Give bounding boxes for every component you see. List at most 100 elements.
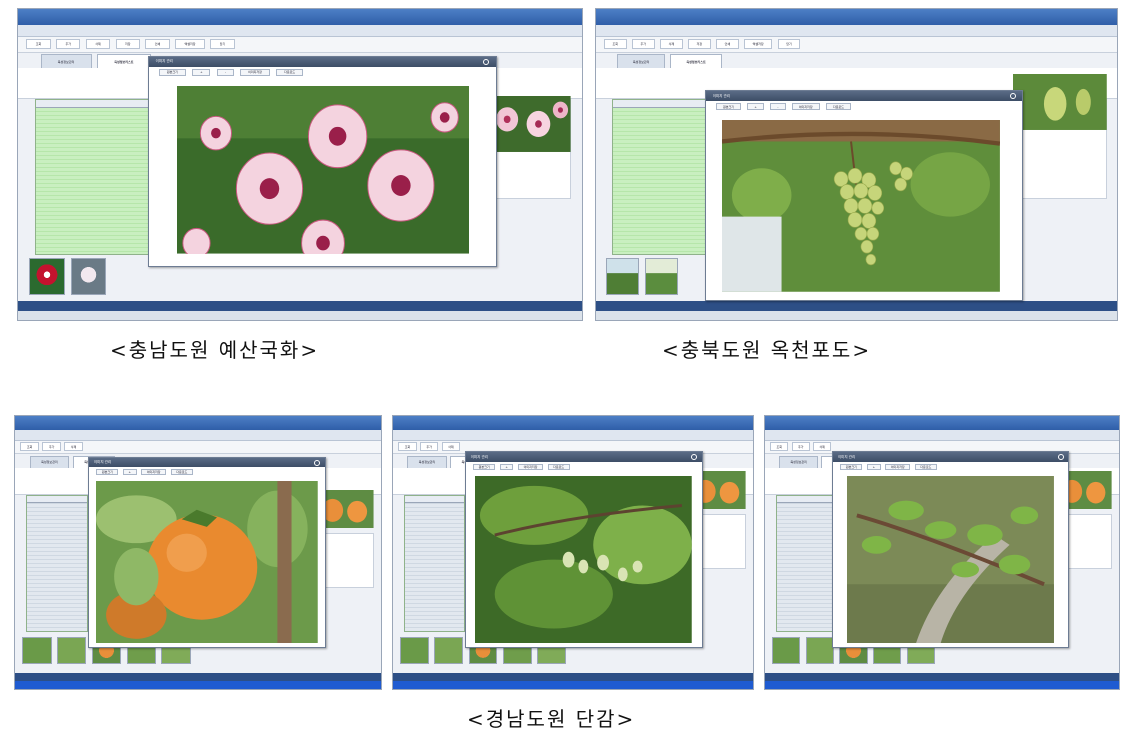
- image-viewer-dialog: 이미지 관리 원본크기 + 이미지저장 다운로드: [88, 456, 327, 649]
- window-title-bar: [596, 9, 1117, 25]
- toolbar: 조회 추가 삭제: [15, 440, 381, 455]
- bottom-tab-bar: [18, 310, 582, 320]
- window-title-bar: [18, 9, 582, 25]
- toolbar-button-delete[interactable]: 삭제: [441, 442, 460, 452]
- toolbar-button-delete[interactable]: 삭제: [813, 442, 832, 452]
- toolbar-button-add[interactable]: 추가: [791, 442, 810, 452]
- toolbar-button-excel[interactable]: 엑셀저장: [743, 39, 773, 50]
- toolbar-button-print[interactable]: 인쇄: [145, 39, 170, 50]
- dialog-title-bar: 이미지 관리: [89, 457, 326, 468]
- preview-thumbnail: [1012, 74, 1107, 131]
- thumbnail[interactable]: [805, 637, 834, 665]
- original-size-button[interactable]: 원본크기: [840, 463, 863, 471]
- thumbnail[interactable]: [772, 637, 801, 665]
- save-image-button[interactable]: 이미지저장: [885, 463, 911, 471]
- menu-bar: [596, 24, 1117, 37]
- download-button[interactable]: 다운로드: [276, 68, 303, 76]
- save-image-button[interactable]: 이미지저장: [791, 102, 820, 111]
- toolbar-button-search[interactable]: 조회: [398, 442, 417, 452]
- toolbar-button-delete[interactable]: 삭제: [659, 39, 683, 50]
- zoom-in-button[interactable]: +: [192, 68, 211, 76]
- toolbar-button-search[interactable]: 조회: [603, 39, 627, 50]
- screenshot-chrysanthemum: 조회 추가 삭제 저장 인쇄 엑셀저장 닫기 육성정보관리 육성정보리스트 이미…: [17, 8, 583, 321]
- download-button[interactable]: 다운로드: [170, 468, 193, 476]
- status-bar: [393, 672, 753, 681]
- tab-breeding-list[interactable]: 육성정보리스트: [96, 54, 151, 69]
- toolbar-button-close[interactable]: 닫기: [210, 39, 235, 50]
- original-size-button[interactable]: 원본크기: [715, 102, 742, 111]
- toolbar-button-add[interactable]: 추가: [631, 39, 655, 50]
- zoom-out-button[interactable]: -: [217, 68, 234, 76]
- image-viewer-dialog: 이미지 관리 원본크기 + - 이미지저장 다운로드: [147, 55, 498, 268]
- os-taskbar: [765, 680, 1119, 689]
- toolbar-button-add[interactable]: 추가: [42, 442, 61, 452]
- screenshot-persimmon-shoot: 조회 추가 삭제 육성정보관리 육성정보리스트 이미지 관리 원본크기 + 이미…: [764, 415, 1120, 690]
- dialog-title: 이미지 관리: [712, 93, 730, 98]
- toolbar-button-search[interactable]: 조회: [26, 39, 51, 50]
- toolbar-button-save[interactable]: 저장: [687, 39, 711, 50]
- status-bar: [15, 672, 381, 681]
- thumbnail[interactable]: [29, 257, 65, 296]
- toolbar-button-close[interactable]: 닫기: [777, 39, 801, 50]
- tab-breeding-info[interactable]: 육성정보관리: [779, 455, 819, 468]
- thumbnail[interactable]: [70, 257, 107, 296]
- save-image-button[interactable]: 이미지저장: [518, 463, 543, 471]
- close-icon[interactable]: [314, 459, 321, 466]
- toolbar-button-delete[interactable]: 삭제: [85, 39, 111, 50]
- download-button[interactable]: 다운로드: [914, 463, 937, 471]
- zoom-in-button[interactable]: +: [122, 468, 137, 476]
- dialog-toolbar: 원본크기 + 이미지저장 다운로드: [89, 467, 325, 476]
- dialog-title: 이미지 관리: [93, 460, 112, 465]
- data-grid[interactable]: [25, 495, 89, 632]
- original-size-button[interactable]: 원본크기: [96, 468, 119, 476]
- original-size-button[interactable]: 원본크기: [473, 463, 496, 471]
- chrysanthemum-photo: [176, 85, 469, 254]
- zoom-in-button[interactable]: +: [867, 463, 881, 471]
- data-grid[interactable]: [775, 495, 836, 632]
- thumbnail[interactable]: [644, 257, 678, 296]
- close-icon[interactable]: [483, 58, 490, 65]
- thumbnail[interactable]: [434, 637, 464, 665]
- dialog-toolbar: 원본크기 + 이미지저장 다운로드: [466, 462, 702, 472]
- toolbar-button-add[interactable]: 추가: [56, 39, 81, 50]
- tab-breeding-info[interactable]: 육성정보관리: [29, 455, 70, 468]
- save-image-button[interactable]: 이미지저장: [141, 468, 167, 476]
- window-title-bar: [15, 416, 381, 430]
- menu-bar: [393, 429, 753, 441]
- image-viewer-dialog: 이미지 관리 원본크기 + 이미지저장 다운로드: [465, 451, 703, 649]
- download-button[interactable]: 다운로드: [547, 463, 570, 471]
- toolbar-button-add[interactable]: 추가: [420, 442, 439, 452]
- toolbar-button-save[interactable]: 저장: [115, 39, 140, 50]
- screenshot-persimmon-fruit: 조회 추가 삭제 육성정보관리 육성정보리스트 이미지 관리 원본크기 + 이미…: [14, 415, 382, 690]
- zoom-in-button[interactable]: +: [747, 102, 765, 111]
- dialog-title: 이미지 관리: [837, 454, 856, 459]
- zoom-in-button[interactable]: +: [499, 463, 514, 471]
- tab-breeding-list[interactable]: 육성정보리스트: [670, 54, 722, 69]
- toolbar-button-search[interactable]: 조회: [770, 442, 789, 452]
- toolbar-button-excel[interactable]: 엑셀저장: [175, 39, 205, 50]
- thumbnail[interactable]: [400, 637, 429, 665]
- thumbnail[interactable]: [606, 257, 640, 296]
- data-grid[interactable]: [403, 495, 465, 632]
- close-icon[interactable]: [1009, 93, 1016, 100]
- close-icon[interactable]: [690, 454, 697, 461]
- thumbnail[interactable]: [22, 637, 52, 665]
- zoom-out-button[interactable]: -: [770, 102, 786, 111]
- tab-breeding-info[interactable]: 육성정보관리: [407, 455, 447, 468]
- thumbnail[interactable]: [57, 637, 87, 665]
- tab-breeding-info[interactable]: 육성정보관리: [616, 54, 666, 69]
- close-icon[interactable]: [1057, 454, 1064, 461]
- dialog-title-bar: 이미지 관리: [148, 56, 497, 68]
- dialog-toolbar: 원본크기 + 이미지저장 다운로드: [833, 462, 1068, 472]
- dialog-title: 이미지 관리: [470, 454, 488, 459]
- window-title-bar: [765, 416, 1119, 430]
- toolbar-button-search[interactable]: 조회: [20, 442, 39, 452]
- save-image-button[interactable]: 이미지저장: [240, 68, 270, 76]
- dialog-toolbar: 원본크기 + - 이미지저장 다운로드: [149, 67, 497, 77]
- toolbar-button-print[interactable]: 인쇄: [715, 39, 739, 50]
- tab-breeding-info[interactable]: 육성정보관리: [40, 54, 92, 69]
- toolbar-button-delete[interactable]: 삭제: [64, 442, 83, 452]
- original-size-button[interactable]: 원본크기: [159, 68, 186, 76]
- download-button[interactable]: 다운로드: [825, 102, 852, 111]
- dialog-toolbar: 원본크기 + - 이미지저장 다운로드: [706, 101, 1022, 111]
